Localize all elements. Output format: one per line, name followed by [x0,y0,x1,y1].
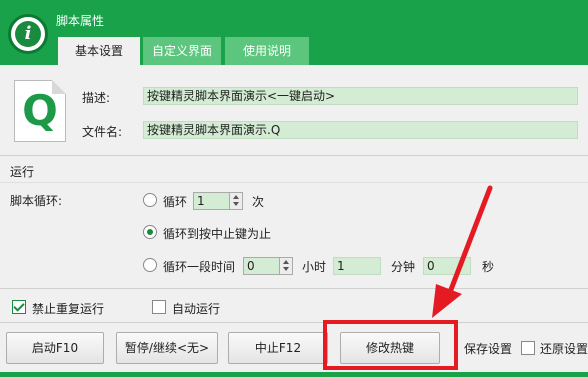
hours-stepper[interactable]: 0 [243,257,293,275]
seconds-unit: 秒 [482,260,495,274]
section-divider [0,322,588,323]
radio-loop-count[interactable] [143,193,157,207]
section-divider [0,155,588,156]
section-divider [0,288,588,289]
minutes-unit: 分钟 [391,260,416,274]
loop-count-unit: 次 [252,195,265,209]
auto-run-checkbox[interactable] [152,300,166,314]
description-field[interactable]: 按键精灵脚本界面演示<一键启动> [143,87,578,105]
filename-label: 文件名: [82,125,123,139]
no-repeat-checkbox[interactable] [12,300,26,314]
script-loop-label: 脚本循环: [10,194,63,208]
arrow-up-icon[interactable] [233,195,239,199]
loop-count-label: 循环 [163,195,188,209]
loop-count-stepper[interactable]: 1 [193,192,243,210]
tab-custom-ui[interactable]: 自定义界面 [143,37,221,65]
minutes-field[interactable]: 1 [333,257,381,275]
no-repeat-label: 禁止重复运行 [32,302,105,316]
script-file-icon: Q [14,80,66,142]
window-bottom-border [0,372,588,377]
hours-unit: 小时 [302,260,327,274]
tab-instructions[interactable]: 使用说明 [225,37,309,65]
section-divider [0,182,588,183]
stop-button[interactable]: 中止F12 [228,332,328,364]
restore-settings-button[interactable]: 还原设置 [540,340,588,357]
seconds-field[interactable]: 0 [423,257,471,275]
start-button[interactable]: 启动F10 [6,332,104,364]
restore-checkbox[interactable] [521,341,535,355]
tab-basic-settings[interactable]: 基本设置 [58,37,140,65]
filename-field[interactable]: 按键精灵脚本界面演示.Q [143,121,578,139]
arrow-up-icon[interactable] [283,260,289,264]
window-title: 脚本属性 [56,14,105,28]
highlight-box [323,320,458,370]
auto-run-label: 自动运行 [172,302,221,316]
description-label: 描述: [82,91,111,105]
app-info-icon: i [8,14,48,54]
hours-value: 0 [247,259,255,273]
loop-duration-label: 循环一段时间 [163,260,236,274]
loop-count-value: 1 [197,194,205,208]
radio-loop-duration[interactable] [143,258,157,272]
arrow-down-icon[interactable] [233,202,239,206]
radio-loop-until-stop[interactable] [143,225,157,239]
loop-until-stop-label: 循环到按中止键为止 [163,227,272,241]
file-icon-letter: Q [22,86,58,135]
pause-resume-button[interactable]: 暂停/继续<无> [116,332,218,364]
arrow-down-icon[interactable] [283,267,289,271]
run-section-title: 运行 [10,165,35,179]
save-settings-button[interactable]: 保存设置 [464,340,512,357]
